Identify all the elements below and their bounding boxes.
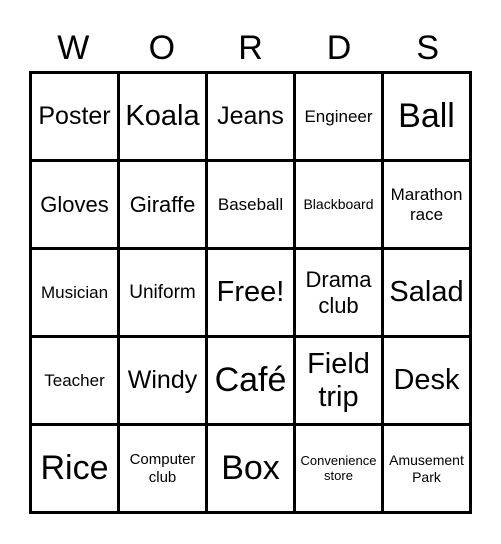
bingo-cell[interactable]: Drama club [296, 250, 384, 338]
bingo-cell[interactable]: Gloves [32, 162, 120, 250]
bingo-cell[interactable]: Windy [120, 338, 208, 426]
header-letter-r: R [238, 29, 263, 67]
bingo-cell[interactable]: Marathon race [384, 162, 472, 250]
bingo-cell[interactable]: Jeans [208, 74, 296, 162]
bingo-cell[interactable]: Box [208, 426, 296, 514]
bingo-cell[interactable]: Teacher [32, 338, 120, 426]
header-letter-d: D [326, 29, 352, 67]
header-letter-w: W [57, 29, 90, 67]
header-letter-s: S [416, 29, 440, 67]
bingo-cell[interactable]: Desk [384, 338, 472, 426]
bingo-grid: Poster Koala Jeans Engineer Ball Gloves … [29, 71, 472, 514]
header-letter-o: O [148, 29, 176, 67]
bingo-cell free-space[interactable]: Free! [208, 250, 296, 338]
bingo-cell[interactable]: Musician [32, 250, 120, 338]
bingo-cell[interactable]: Koala [120, 74, 208, 162]
bingo-cell[interactable]: Ball [384, 74, 472, 162]
bingo-cell[interactable]: Baseball [208, 162, 296, 250]
bingo-cell[interactable]: Field trip [296, 338, 384, 426]
bingo-cell[interactable]: Poster [32, 74, 120, 162]
bingo-cell[interactable]: Café [208, 338, 296, 426]
bingo-cell[interactable]: Uniform [120, 250, 208, 338]
bingo-cell[interactable]: Blackboard [296, 162, 384, 250]
bingo-cell[interactable]: Convenience store [296, 426, 384, 514]
bingo-header: W O R D S [29, 24, 472, 72]
bingo-cell[interactable]: Amusement Park [384, 426, 472, 514]
bingo-cell[interactable]: Engineer [296, 74, 384, 162]
bingo-cell[interactable]: Giraffe [120, 162, 208, 250]
bingo-cell[interactable]: Rice [32, 426, 120, 514]
bingo-cell[interactable]: Salad [384, 250, 472, 338]
bingo-cell[interactable]: Computer club [120, 426, 208, 514]
